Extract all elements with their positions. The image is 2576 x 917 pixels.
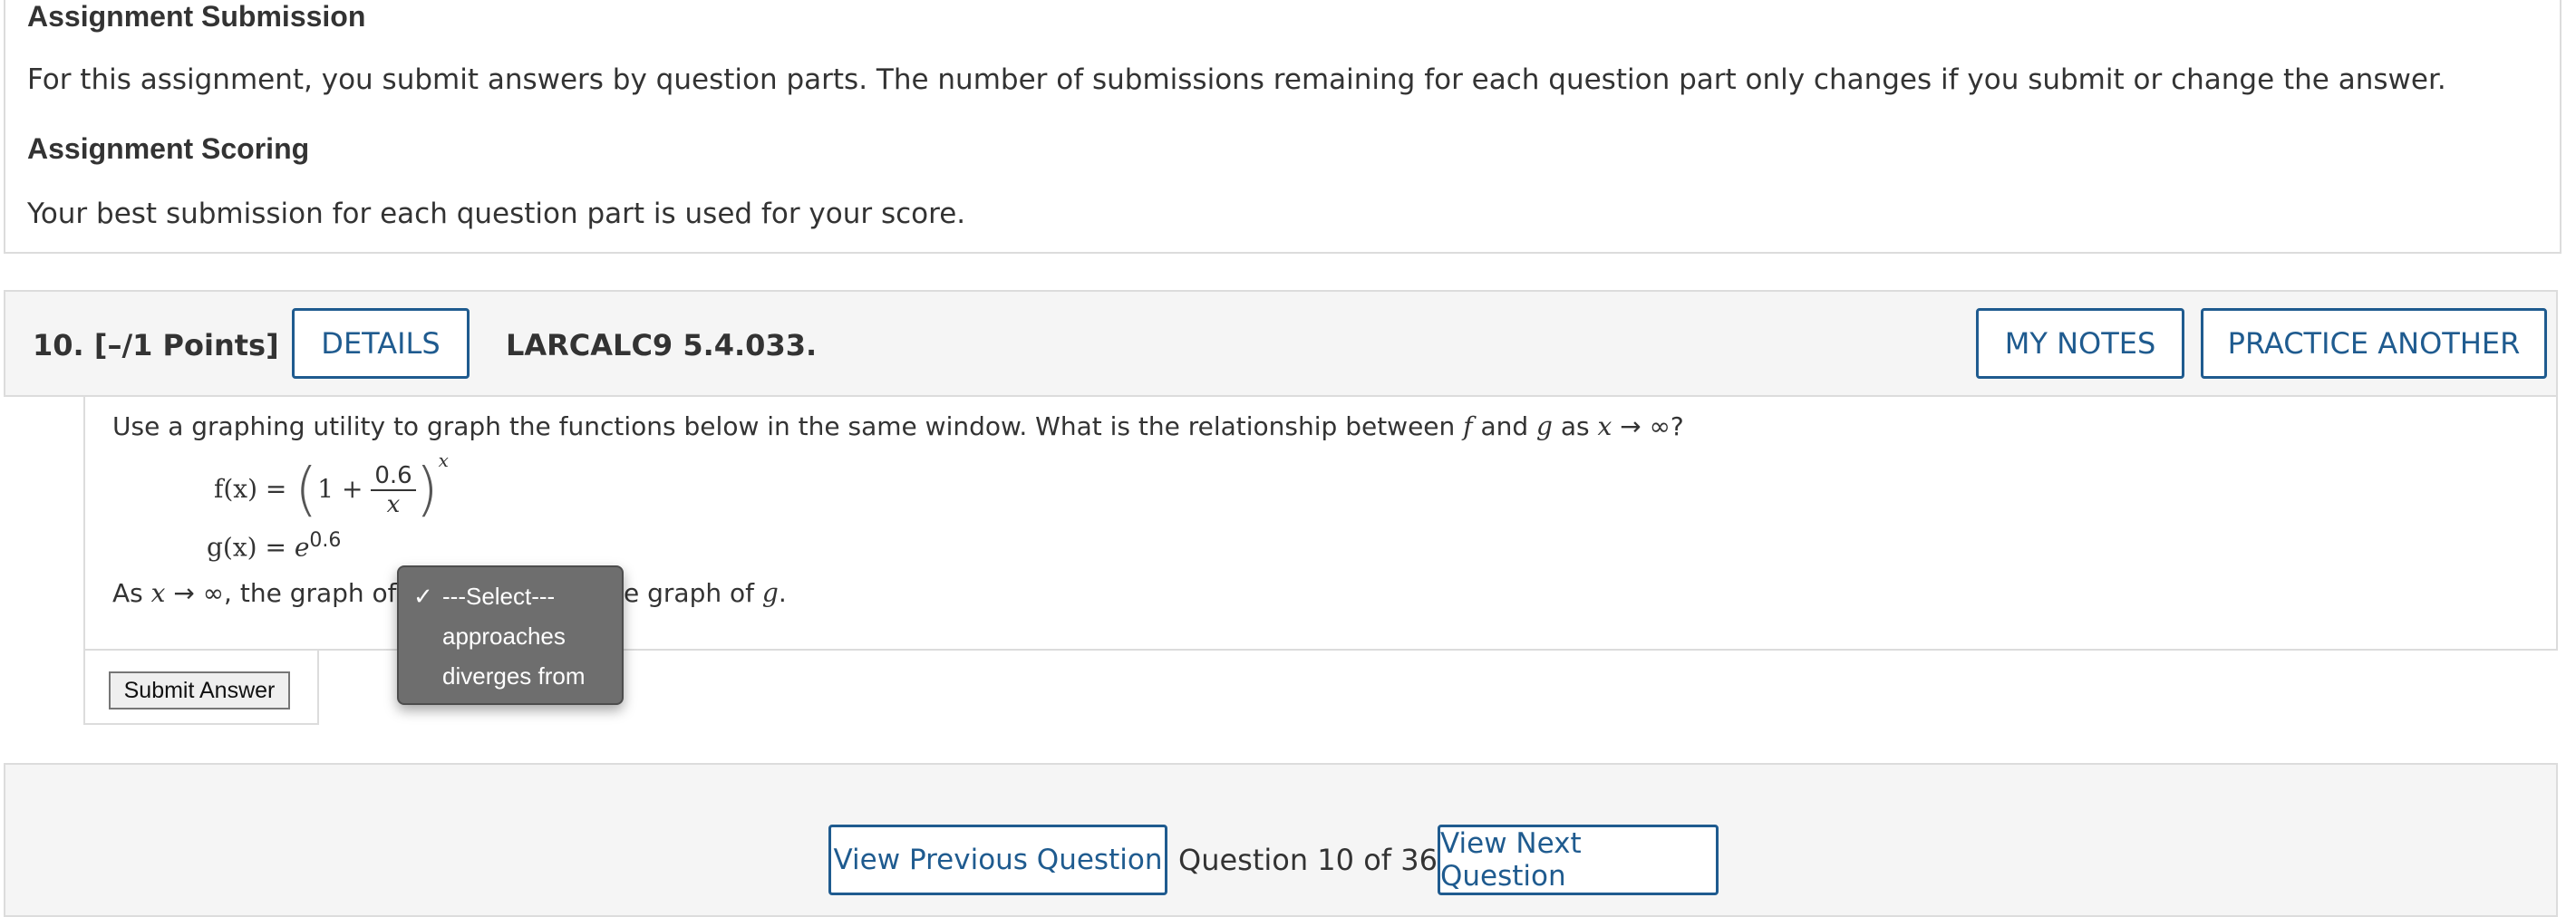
- question-number-points: 10. [–/1 Points]: [33, 328, 279, 362]
- view-next-question-button[interactable]: View Next Question: [1438, 825, 1719, 895]
- view-previous-question-button[interactable]: View Previous Question: [828, 825, 1167, 895]
- sentence-g: g: [761, 578, 779, 608]
- question-points: [–/1 Points]: [93, 328, 279, 362]
- prompt-text: Use a graphing utility to graph the func…: [112, 411, 1464, 441]
- prompt-and: and: [1472, 411, 1537, 441]
- dropdown-option-approaches[interactable]: approaches: [399, 616, 622, 656]
- sentence-period: .: [778, 578, 787, 608]
- question-number: 10.: [33, 328, 84, 362]
- f-left-paren: (: [295, 457, 318, 524]
- submit-answer-button[interactable]: Submit Answer: [109, 671, 290, 709]
- f-numerator: 0.6: [371, 462, 416, 491]
- dropdown-option-label: ---Select---: [442, 583, 556, 610]
- sentence-x: x: [150, 578, 166, 608]
- prompt-x: x: [1597, 411, 1612, 441]
- prompt-as: as: [1552, 411, 1598, 441]
- g-exponent: 0.6: [309, 529, 342, 552]
- prompt-end: → ∞?: [1612, 411, 1684, 441]
- question-navigation-panel: [4, 763, 2558, 917]
- answer-sentence: As x → ∞, the graph of: [112, 578, 397, 608]
- assignment-submission-heading: Assignment Submission: [27, 0, 366, 33]
- f-fraction: 0.6 x: [371, 462, 416, 518]
- my-notes-button[interactable]: MY NOTES: [1976, 308, 2184, 379]
- prompt-f: f: [1463, 411, 1473, 441]
- f-formula: f(x) = (1 + 0.6 x)x: [214, 449, 449, 524]
- g-lhs: g(x) =: [207, 532, 295, 563]
- g-base: e: [294, 532, 310, 563]
- relationship-dropdown-menu[interactable]: ✓ ---Select--- approaches diverges from: [397, 565, 624, 705]
- f-lhs: f(x) =: [214, 474, 295, 504]
- dropdown-option-label: diverges from: [442, 662, 586, 690]
- sentence-start: As: [112, 578, 151, 608]
- g-formula: g(x) = e0.6: [207, 529, 341, 562]
- sentence-mid: → ∞, the graph of: [165, 578, 397, 608]
- f-exponent: x: [438, 449, 449, 471]
- dropdown-option-label: approaches: [442, 623, 566, 650]
- assignment-scoring-text: Your best submission for each question p…: [27, 198, 966, 230]
- details-button[interactable]: DETAILS: [292, 308, 470, 379]
- assignment-submission-text: For this assignment, you submit answers …: [27, 63, 2446, 96]
- check-icon: ✓: [413, 583, 433, 610]
- practice-another-button[interactable]: PRACTICE ANOTHER: [2201, 308, 2547, 379]
- sentence-end-text: e graph of: [624, 578, 762, 608]
- question-prompt: Use a graphing utility to graph the func…: [112, 411, 1684, 441]
- question-reference: LARCALC9 5.4.033.: [506, 328, 818, 362]
- question-position: Question 10 of 36: [1178, 843, 1438, 877]
- question-header-bar: 10. [–/1 Points] DETAILS LARCALC9 5.4.03…: [4, 290, 2558, 397]
- answer-sentence-end: e graph of g.: [624, 578, 787, 608]
- dropdown-option-diverges-from[interactable]: diverges from: [399, 656, 622, 696]
- dropdown-option-select[interactable]: ✓ ---Select---: [399, 576, 622, 616]
- f-right-paren: ): [415, 457, 439, 524]
- f-one-plus: 1 +: [317, 474, 372, 504]
- prompt-g: g: [1536, 411, 1553, 441]
- assignment-scoring-heading: Assignment Scoring: [27, 132, 310, 165]
- f-denominator: x: [386, 491, 401, 518]
